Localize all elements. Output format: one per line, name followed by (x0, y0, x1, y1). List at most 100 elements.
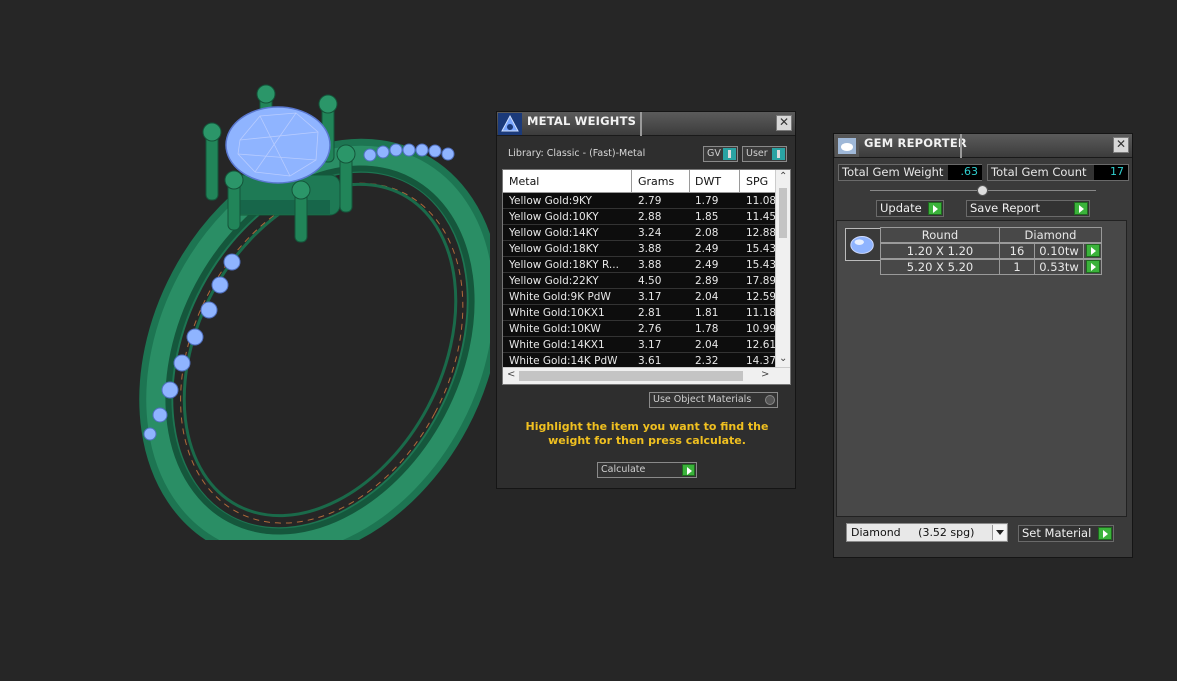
size-slider-knob[interactable] (977, 185, 988, 196)
use-object-materials-label: Use Object Materials (653, 394, 752, 405)
metal-name: Yellow Gold:9KY (509, 195, 592, 207)
col-dwt[interactable]: DWT (695, 175, 721, 188)
user-label: User (746, 148, 768, 159)
play-arrow-icon (682, 464, 695, 476)
grams-cell: 3.17 (638, 291, 662, 303)
total-gem-weight-label: Total Gem Weight (842, 165, 944, 179)
spg-cell: 12.88 (746, 227, 777, 239)
table-row[interactable]: Yellow Gold:22KY 4.50 2.89 17.89 (503, 273, 776, 289)
dwt-cell: 1.79 (695, 195, 719, 207)
radio-dot-icon (765, 395, 775, 405)
metal-name: White Gold:10KX1 (509, 307, 605, 319)
metal-weights-titlebar[interactable]: METAL WEIGHTS ✕ (497, 112, 795, 136)
metal-name: Yellow Gold:22KY (509, 275, 599, 287)
table-row[interactable]: White Gold:14KX1 3.17 2.04 12.61 (503, 337, 776, 353)
user-toggle[interactable]: User (742, 146, 787, 162)
ring-3d-model[interactable] (120, 80, 490, 540)
col-spg[interactable]: SPG (746, 175, 768, 188)
scroll-right-icon[interactable]: > (761, 369, 769, 380)
material-header: Diamond (999, 227, 1102, 243)
update-button[interactable]: Update (876, 200, 944, 217)
calculate-button[interactable]: Calculate (597, 462, 697, 478)
table-row[interactable]: Yellow Gold:10KY 2.88 1.85 11.45 (503, 209, 777, 225)
metal-name: White Gold:14KX1 (509, 339, 605, 351)
metal-name: Yellow Gold:18KY (509, 243, 599, 255)
instruction-text: Highlight the item you want to find the … (525, 420, 769, 447)
cad-viewport[interactable]: METAL WEIGHTS ✕ Library: Classic - (Fast… (0, 0, 1177, 681)
spg-cell: 11.18 (746, 307, 777, 319)
metal-weights-body: Library: Classic - (Fast)-Metal GV User … (497, 136, 795, 488)
gem-row-select-button[interactable] (1083, 259, 1102, 275)
gem-count-cell: 16 (999, 243, 1035, 259)
total-gem-count-label: Total Gem Count (991, 165, 1087, 179)
round-gem-icon[interactable] (845, 228, 881, 261)
metal-table-hscroll[interactable]: < > (503, 367, 790, 384)
set-material-arrow-icon (1098, 527, 1112, 540)
gem-row-select-button[interactable] (1083, 243, 1102, 259)
table-row[interactable]: Yellow Gold:18KY 3.88 2.49 15.43 (503, 241, 777, 257)
grams-cell: 3.88 (638, 243, 662, 255)
gv-toggle-knob (723, 148, 736, 160)
spg-cell: 15.43 (746, 259, 777, 271)
grams-cell: 3.61 (638, 355, 662, 367)
chevron-down-icon[interactable] (992, 525, 1006, 540)
table-row[interactable]: Yellow Gold:14KY 3.24 2.08 12.88 (503, 225, 777, 241)
grams-cell: 2.81 (638, 307, 662, 319)
gem-reporter-close-icon[interactable]: ✕ (1113, 137, 1129, 153)
grams-cell: 3.88 (638, 259, 662, 271)
table-row[interactable]: Yellow Gold:9KY 2.79 1.79 11.08 (503, 193, 777, 209)
material-select[interactable]: Diamond (3.52 spg) (846, 523, 1008, 542)
table-row[interactable]: Yellow Gold:18KY R... 3.88 2.49 15.43 (503, 257, 777, 273)
metal-name: White Gold:9K PdW (509, 291, 611, 303)
spg-cell: 11.45 (746, 211, 777, 223)
table-row[interactable]: White Gold:9K PdW 3.17 2.04 12.59 (503, 289, 777, 305)
dwt-cell: 2.89 (695, 275, 719, 287)
grams-cell: 3.17 (638, 339, 662, 351)
total-gem-count-value: 17 (1094, 165, 1128, 180)
metal-table-rows: Yellow Gold:9KY 2.79 1.79 11.08 Yellow Gold:… (503, 193, 777, 369)
spg-cell: 12.59 (746, 291, 777, 303)
vscroll-thumb[interactable] (779, 188, 787, 238)
metal-table[interactable]: Metal Grams DWT SPG Yellow Gold:9KY 2.79 1… (502, 169, 791, 385)
gem-reporter-titlebar[interactable]: GEM REPORTER ✕ (834, 134, 1132, 158)
table-row[interactable]: White Gold:10KX1 2.81 1.81 11.18 (503, 305, 777, 321)
dwt-cell: 2.49 (695, 243, 719, 255)
gem-list-area[interactable]: Round Diamond 1.20 X 1.20 16 0.10tw 5.20 X … (836, 220, 1127, 517)
total-gem-weight-value: .63 (948, 165, 982, 180)
dwt-cell: 1.85 (695, 211, 719, 223)
spg-cell: 15.43 (746, 243, 777, 255)
scroll-up-icon[interactable]: ⌃ (779, 171, 787, 182)
dwt-cell: 2.32 (695, 355, 719, 367)
shape-header: Round (880, 227, 1000, 243)
col-grams[interactable]: Grams (638, 175, 674, 188)
grams-cell: 2.88 (638, 211, 662, 223)
save-report-arrow-icon (1074, 202, 1088, 215)
grams-cell: 3.24 (638, 227, 662, 239)
use-object-materials-checkbox[interactable]: Use Object Materials (649, 392, 778, 408)
dwt-cell: 2.04 (695, 291, 719, 303)
dwt-cell: 2.49 (695, 259, 719, 271)
play-arrow-icon (1086, 244, 1100, 257)
gv-toggle[interactable]: GV (703, 146, 738, 162)
gem-weight-cell: 0.53tw (1034, 259, 1084, 275)
col-metal[interactable]: Metal (509, 175, 539, 188)
gem-reporter-title: GEM REPORTER (864, 136, 967, 150)
spg-cell: 14.37 (746, 355, 777, 367)
metal-weights-icon (498, 113, 522, 135)
table-row[interactable]: White Gold:10KW 2.76 1.78 10.99 (503, 321, 776, 337)
hscroll-thumb[interactable] (519, 371, 743, 381)
gem-count-cell: 1 (999, 259, 1035, 275)
grams-cell: 2.76 (638, 323, 662, 335)
metal-table-vscroll[interactable]: ⌃ ⌄ (775, 170, 790, 368)
save-report-label: Save Report (970, 201, 1041, 215)
save-report-button[interactable]: Save Report (966, 200, 1090, 217)
set-material-button[interactable]: Set Material (1018, 525, 1114, 542)
dwt-cell: 1.81 (695, 307, 719, 319)
dwt-cell: 2.08 (695, 227, 719, 239)
metal-weights-close-icon[interactable]: ✕ (776, 115, 792, 131)
dwt-cell: 2.04 (695, 339, 719, 351)
scroll-left-icon[interactable]: < (507, 369, 515, 380)
gem-size-cell: 1.20 X 1.20 (880, 243, 1000, 259)
scroll-down-icon[interactable]: ⌄ (779, 353, 787, 364)
spg-cell: 11.08 (746, 195, 777, 207)
